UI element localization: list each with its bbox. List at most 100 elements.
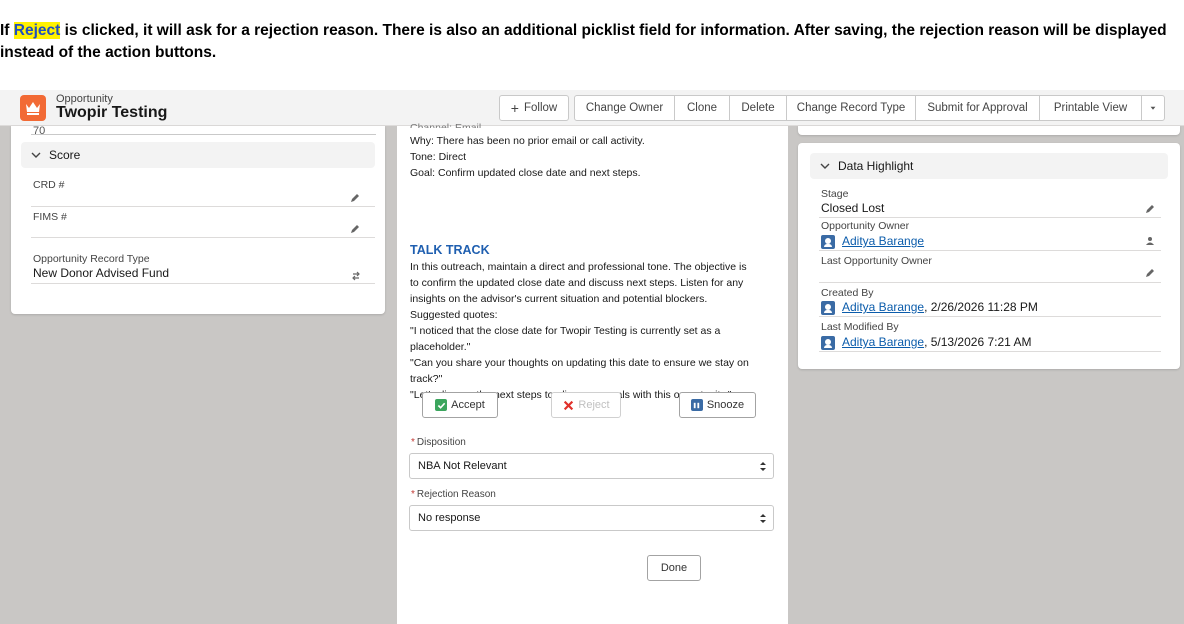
cutoff-line: Channel: Email <box>410 122 482 128</box>
accept-button[interactable]: Accept <box>422 392 498 418</box>
chevron-down-icon <box>1150 106 1156 110</box>
right-top-card <box>798 126 1180 135</box>
data-highlight-card: Data Highlight Stage Closed Lost Opportu… <box>798 143 1180 369</box>
talk-track-title: TALK TRACK <box>410 243 490 257</box>
disposition-value: NBA Not Relevant <box>418 460 507 472</box>
talk-line: Suggested quotes: <box>410 309 498 321</box>
user-icon <box>821 300 835 315</box>
owner-link[interactable]: Aditya Barange <box>842 234 924 248</box>
disposition-label-text: Disposition <box>416 437 466 448</box>
up-down-chevron-icon <box>760 514 766 523</box>
required-marker: * <box>411 437 415 448</box>
crown-icon <box>20 95 46 121</box>
divider <box>31 283 375 284</box>
talk-line: In this outreach, maintain a direct and … <box>410 261 747 273</box>
more-actions-button[interactable] <box>1141 95 1165 121</box>
disposition-select[interactable]: NBA Not Relevant <box>409 453 774 479</box>
header-actions: + Follow Change Owner Clone Delete Change… <box>499 95 1165 121</box>
stage-value: Closed Lost <box>821 201 885 215</box>
crd-label: CRD # <box>33 179 65 191</box>
tone-text: Tone: Direct <box>410 151 467 163</box>
divider <box>819 316 1161 317</box>
rejection-reason-label-text: Rejection Reason <box>416 489 496 500</box>
cutoff-value: 70 <box>33 125 46 137</box>
stage-label: Stage <box>821 188 849 200</box>
record-type-label: Opportunity Record Type <box>33 253 150 265</box>
printable-view-button[interactable]: Printable View <box>1039 95 1142 121</box>
modified-by-link[interactable]: Aditya Barange <box>842 335 924 349</box>
caption-prefix: If <box>0 22 14 39</box>
snooze-label: Snooze <box>706 399 745 411</box>
divider <box>819 351 1161 352</box>
delete-button[interactable]: Delete <box>729 95 787 121</box>
clone-button[interactable]: Clone <box>674 95 730 121</box>
disposition-label: * Disposition <box>411 437 466 448</box>
pencil-icon[interactable] <box>349 192 361 204</box>
talk-line: "I noticed that the close date for Twopi… <box>410 325 721 337</box>
talk-line: to confirm the updated close date and di… <box>410 277 744 289</box>
created-by-value: Aditya Barange, 2/26/2026 11:28 PM <box>821 300 1038 315</box>
change-record-type-button[interactable]: Change Record Type <box>786 95 916 121</box>
divider <box>31 134 376 135</box>
required-marker: * <box>411 489 415 500</box>
last-modified-value: Aditya Barange, 5/13/2026 7:21 AM <box>821 335 1031 350</box>
talk-line: insights on the advisor's current situat… <box>410 293 708 305</box>
record-type-value: New Donor Advised Fund <box>33 266 170 280</box>
snooze-button[interactable]: Snooze <box>679 392 756 418</box>
change-owner-icon[interactable] <box>1144 235 1156 247</box>
fims-label: FIMS # <box>33 211 67 223</box>
rejection-reason-label: * Rejection Reason <box>411 489 496 500</box>
divider <box>31 237 375 238</box>
divider <box>819 250 1161 251</box>
instruction-caption: If Reject is clicked, it will ask for a … <box>0 20 1184 64</box>
created-date: , 2/26/2026 11:28 PM <box>924 300 1038 314</box>
done-button[interactable]: Done <box>647 555 701 581</box>
data-highlight-section-header[interactable]: Data Highlight <box>810 153 1168 179</box>
submit-for-approval-button[interactable]: Submit for Approval <box>915 95 1040 121</box>
modified-date: , 5/13/2026 7:21 AM <box>924 335 1032 349</box>
talk-line: placeholder." <box>410 341 471 353</box>
chevron-down-icon <box>820 163 830 169</box>
score-card: 70 Score CRD # FIMS # Opportunity Record… <box>11 125 385 314</box>
up-down-chevron-icon <box>760 462 766 471</box>
score-section-title: Score <box>49 148 81 162</box>
pencil-icon[interactable] <box>1144 267 1156 279</box>
follow-button[interactable]: + Follow <box>499 95 569 121</box>
user-icon <box>821 335 835 350</box>
rejection-reason-value: No response <box>418 512 481 524</box>
score-section-header[interactable]: Score <box>21 142 375 168</box>
reject-label: Reject <box>578 399 610 411</box>
why-text: Why: There has been no prior email or ca… <box>410 135 645 147</box>
data-highlight-title: Data Highlight <box>838 159 914 173</box>
plus-icon: + <box>510 100 519 116</box>
divider <box>819 282 1161 283</box>
salesforce-record-page: Opportunity Twopir Testing + Follow Chang… <box>0 90 1184 624</box>
last-modified-label: Last Modified By <box>821 321 899 333</box>
checkmark-icon <box>435 399 448 411</box>
rejection-reason-select[interactable]: No response <box>409 505 774 531</box>
created-by-link[interactable]: Aditya Barange <box>842 300 924 314</box>
accept-label: Accept <box>451 399 485 411</box>
opportunity-owner-label: Opportunity Owner <box>821 220 910 232</box>
goal-text: Goal: Confirm updated close date and nex… <box>410 167 641 179</box>
change-owner-button[interactable]: Change Owner <box>574 95 675 121</box>
pause-icon <box>690 399 703 411</box>
last-owner-label: Last Opportunity Owner <box>821 255 932 267</box>
reject-button[interactable]: Reject <box>551 392 621 418</box>
divider <box>31 206 375 207</box>
divider <box>819 217 1161 218</box>
next-best-action-panel: Channel: Email Why: There has been no pr… <box>397 122 788 624</box>
chevron-down-icon <box>31 152 41 158</box>
change-record-type-icon[interactable] <box>350 270 362 282</box>
talk-line: "Can you share your thoughts on updating… <box>410 357 749 369</box>
caption-rest: is clicked, it will ask for a rejection … <box>0 22 1167 61</box>
user-icon <box>821 234 835 249</box>
pencil-icon[interactable] <box>1144 203 1156 215</box>
created-by-label: Created By <box>821 287 874 299</box>
opportunity-owner-value: Aditya Barange <box>821 234 924 249</box>
x-icon <box>562 399 574 411</box>
caption-highlight: Reject <box>13 22 61 39</box>
talk-line: track?" <box>410 373 443 385</box>
pencil-icon[interactable] <box>349 223 361 235</box>
record-name: Twopir Testing <box>56 104 168 121</box>
